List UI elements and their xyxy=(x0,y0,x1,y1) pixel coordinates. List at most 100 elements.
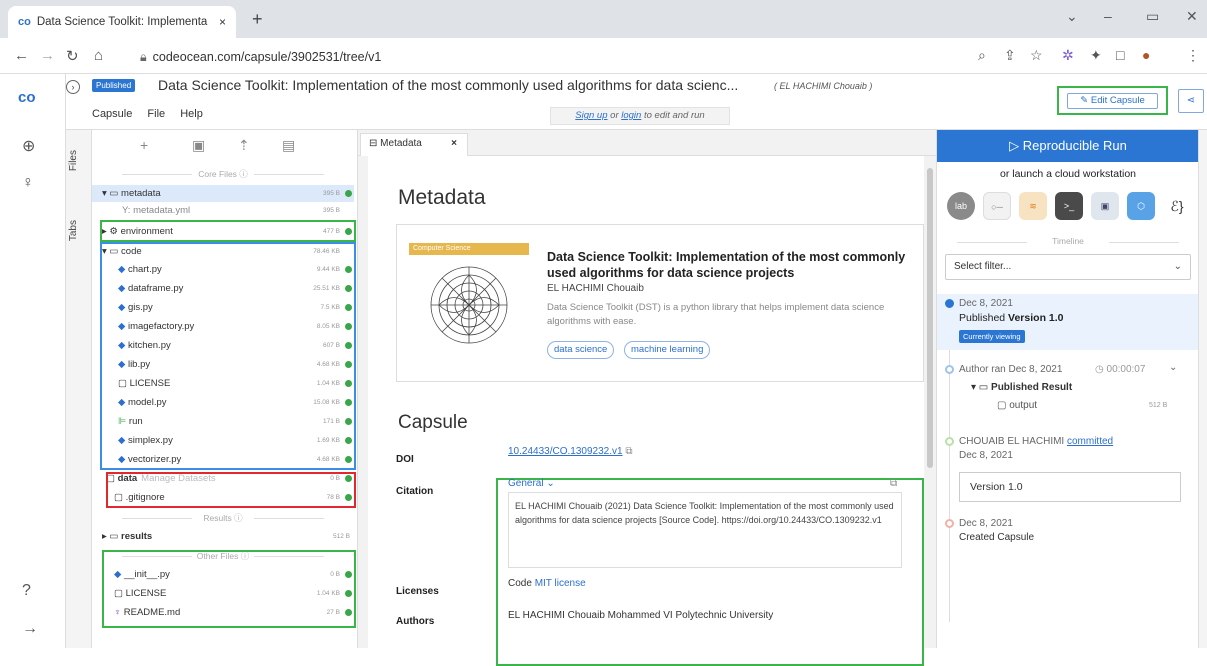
tree-row-results[interactable]: ▸ ▭ results 512 B xyxy=(92,528,354,545)
file-size: 395 B xyxy=(323,207,340,214)
mit-license-link[interactable]: MIT license xyxy=(535,578,586,589)
left-rail: co ⊕ ♀ ? → xyxy=(0,74,66,648)
new-tab-icon[interactable]: + xyxy=(252,9,263,30)
edit-capsule-button[interactable]: ✎ Edit Capsule xyxy=(1067,93,1158,109)
tab-search-icon[interactable]: ⌄ xyxy=(1066,8,1078,25)
signup-or: or xyxy=(607,110,622,121)
url-text: codeocean.com/capsule/3902531/tree/v1 xyxy=(152,50,382,64)
address-bar: ← → ↻ ⌂ 🔒︎ codeocean.com/capsule/3902531/… xyxy=(0,38,1207,74)
close-window-icon[interactable]: ✕ xyxy=(1186,8,1198,25)
reproducible-run-button[interactable]: ▷ Reproducible Run xyxy=(937,130,1199,162)
mandala-image xyxy=(430,266,508,344)
licenses-prefix: Code xyxy=(508,578,535,589)
version-box[interactable]: Version 1.0 xyxy=(959,472,1181,502)
capsule-title: Data Science Toolkit: Implementation of … xyxy=(158,77,739,93)
new-file-icon[interactable]: + xyxy=(140,137,148,153)
help-icon[interactable]: ? xyxy=(22,582,31,600)
copy-citation-icon[interactable]: ⧉ xyxy=(890,478,897,489)
menu-file[interactable]: File xyxy=(147,108,165,120)
url-field[interactable]: 🔒︎ codeocean.com/capsule/3902531/tree/v1 xyxy=(140,50,381,65)
close-tab-icon[interactable]: × xyxy=(219,15,226,29)
metadata-scrollbar[interactable] xyxy=(926,160,934,644)
metadata-tab-label: Metadata xyxy=(380,138,422,149)
browser-tab[interactable]: co Data Science Toolkit: Implementa × xyxy=(8,6,236,38)
zoom-icon[interactable]: ⌕ xyxy=(978,47,986,64)
timeline-event-run: Author ran Dec 8, 2021 ◷ 00:00:07 ⌄ ▾ ▭ … xyxy=(937,362,1199,428)
tab-tabs[interactable]: Tabs xyxy=(68,220,90,241)
close-metadata-tab-icon[interactable]: × xyxy=(451,134,457,154)
output-file[interactable]: ▢ output xyxy=(997,400,1037,411)
signup-link[interactable]: Sign up xyxy=(575,110,607,121)
upload-icon[interactable]: ⇡ xyxy=(238,137,250,154)
results-header: Results ⓘ xyxy=(92,512,354,524)
capsule-thumbnail: Computer Science xyxy=(409,243,529,353)
login-link[interactable]: login xyxy=(621,110,641,121)
home-icon[interactable]: ⌂ xyxy=(94,47,103,64)
menu-capsule[interactable]: Capsule xyxy=(92,108,132,120)
share-button[interactable]: ⋖ xyxy=(1178,89,1204,113)
tree-row-metadata-yml[interactable]: Y: metadata.yml 395 B xyxy=(92,202,354,219)
tree-row-metadata[interactable]: ▾ ▭ metadata 395 B xyxy=(92,185,354,202)
reload-icon[interactable]: ↻ xyxy=(66,47,79,65)
timeline-event-published[interactable]: Dec 8, 2021 Published Version 1.0 Curren… xyxy=(937,294,1199,350)
terminal-icon[interactable]: >_ xyxy=(1055,192,1083,220)
rstudio-icon[interactable]: ○─ xyxy=(983,192,1011,220)
capsule-header: › Published Data Science Toolkit: Implem… xyxy=(66,74,1207,130)
tab-metadata[interactable]: ⊟ Metadata × xyxy=(360,133,468,156)
timeline-dot xyxy=(945,519,954,528)
browser-menu-icon[interactable]: ⋮ xyxy=(1186,47,1200,64)
new-folder-icon[interactable]: ▣ xyxy=(192,137,205,154)
expand-sidebar-icon[interactable]: › xyxy=(66,80,80,94)
doi-value: 10.24433/CO.1309232.v1 ⧉ xyxy=(508,446,632,457)
authors-label: Authors xyxy=(396,616,435,627)
scrollbar-thumb[interactable] xyxy=(927,168,933,468)
capsule-author: ( EL HACHIMI Chouaib ) xyxy=(774,81,873,91)
copy-icon[interactable]: ⧉ xyxy=(625,446,632,457)
menu-help[interactable]: Help xyxy=(180,108,203,120)
desktop-icon[interactable]: ▣ xyxy=(1091,192,1119,220)
tag-machine-learning[interactable]: machine learning xyxy=(624,341,711,359)
tree-row-label: ▾ ▭ metadata xyxy=(102,188,161,199)
forward-icon[interactable]: → xyxy=(40,47,55,64)
commit-date: Dec 8, 2021 xyxy=(959,450,1013,461)
launch-workstation-text: or launch a cloud workstation xyxy=(1000,168,1136,180)
restore-icon[interactable]: ▭ xyxy=(1146,8,1159,25)
published-result-folder[interactable]: ▾ ▭ Published Result xyxy=(971,382,1072,393)
metadata-sheet: Metadata Computer Science Data Science T… xyxy=(368,156,924,666)
vscode-hex-icon[interactable]: ⬡ xyxy=(1127,192,1155,220)
data-highlight-frame xyxy=(106,472,356,508)
vertical-tabs: Files Tabs xyxy=(66,130,92,648)
tree-row-label: Y: metadata.yml xyxy=(122,205,191,216)
share-page-icon[interactable]: ⇪ xyxy=(1004,47,1016,64)
sign-in-icon[interactable]: → xyxy=(22,620,38,638)
timeline-dot xyxy=(945,437,954,446)
delete-icon[interactable]: ▤ xyxy=(282,137,295,154)
minimize-icon[interactable]: – xyxy=(1104,8,1112,24)
lightbulb-icon[interactable]: ♀ xyxy=(22,174,34,192)
codeocean-logo[interactable]: co xyxy=(18,89,36,106)
right-side-tab[interactable] xyxy=(1198,130,1207,648)
bracket-icon[interactable]: ℰ} xyxy=(1163,192,1191,220)
pencil-icon: ✎ xyxy=(1080,95,1091,106)
commit-text: CHOUAIB EL HACHIMI committed xyxy=(959,436,1114,447)
status-check-icon xyxy=(345,190,352,197)
jupyter-icon[interactable]: ≋ xyxy=(1019,192,1047,220)
expand-run-chevron-icon[interactable]: ⌄ xyxy=(1169,362,1177,373)
timeline-filter-select[interactable]: Select filter... ⌄ xyxy=(945,254,1191,280)
extension-gear-icon[interactable]: ✲ xyxy=(1062,47,1074,64)
share-icon: ⋖ xyxy=(1186,95,1196,106)
add-icon[interactable]: ⊕ xyxy=(22,136,35,156)
committed-link[interactable]: committed xyxy=(1067,436,1113,447)
extensions-puzzle-icon[interactable]: ✦ xyxy=(1090,47,1102,64)
doi-link[interactable]: 10.24433/CO.1309232.v1 xyxy=(508,446,623,457)
citation-format-select[interactable]: General ⌄ xyxy=(508,478,555,489)
profile-avatar-icon[interactable]: ● xyxy=(1142,47,1150,63)
back-icon[interactable]: ← xyxy=(14,47,29,64)
currently-viewing-badge: Currently viewing xyxy=(959,330,1025,343)
jupyterlab-icon[interactable]: lab xyxy=(947,192,975,220)
side-panel-icon[interactable]: □ xyxy=(1116,47,1124,63)
tab-files[interactable]: Files xyxy=(68,150,90,171)
tag-data-science[interactable]: data science xyxy=(547,341,615,359)
metadata-heading: Metadata xyxy=(398,186,486,209)
bookmark-star-icon[interactable]: ☆ xyxy=(1030,47,1043,64)
